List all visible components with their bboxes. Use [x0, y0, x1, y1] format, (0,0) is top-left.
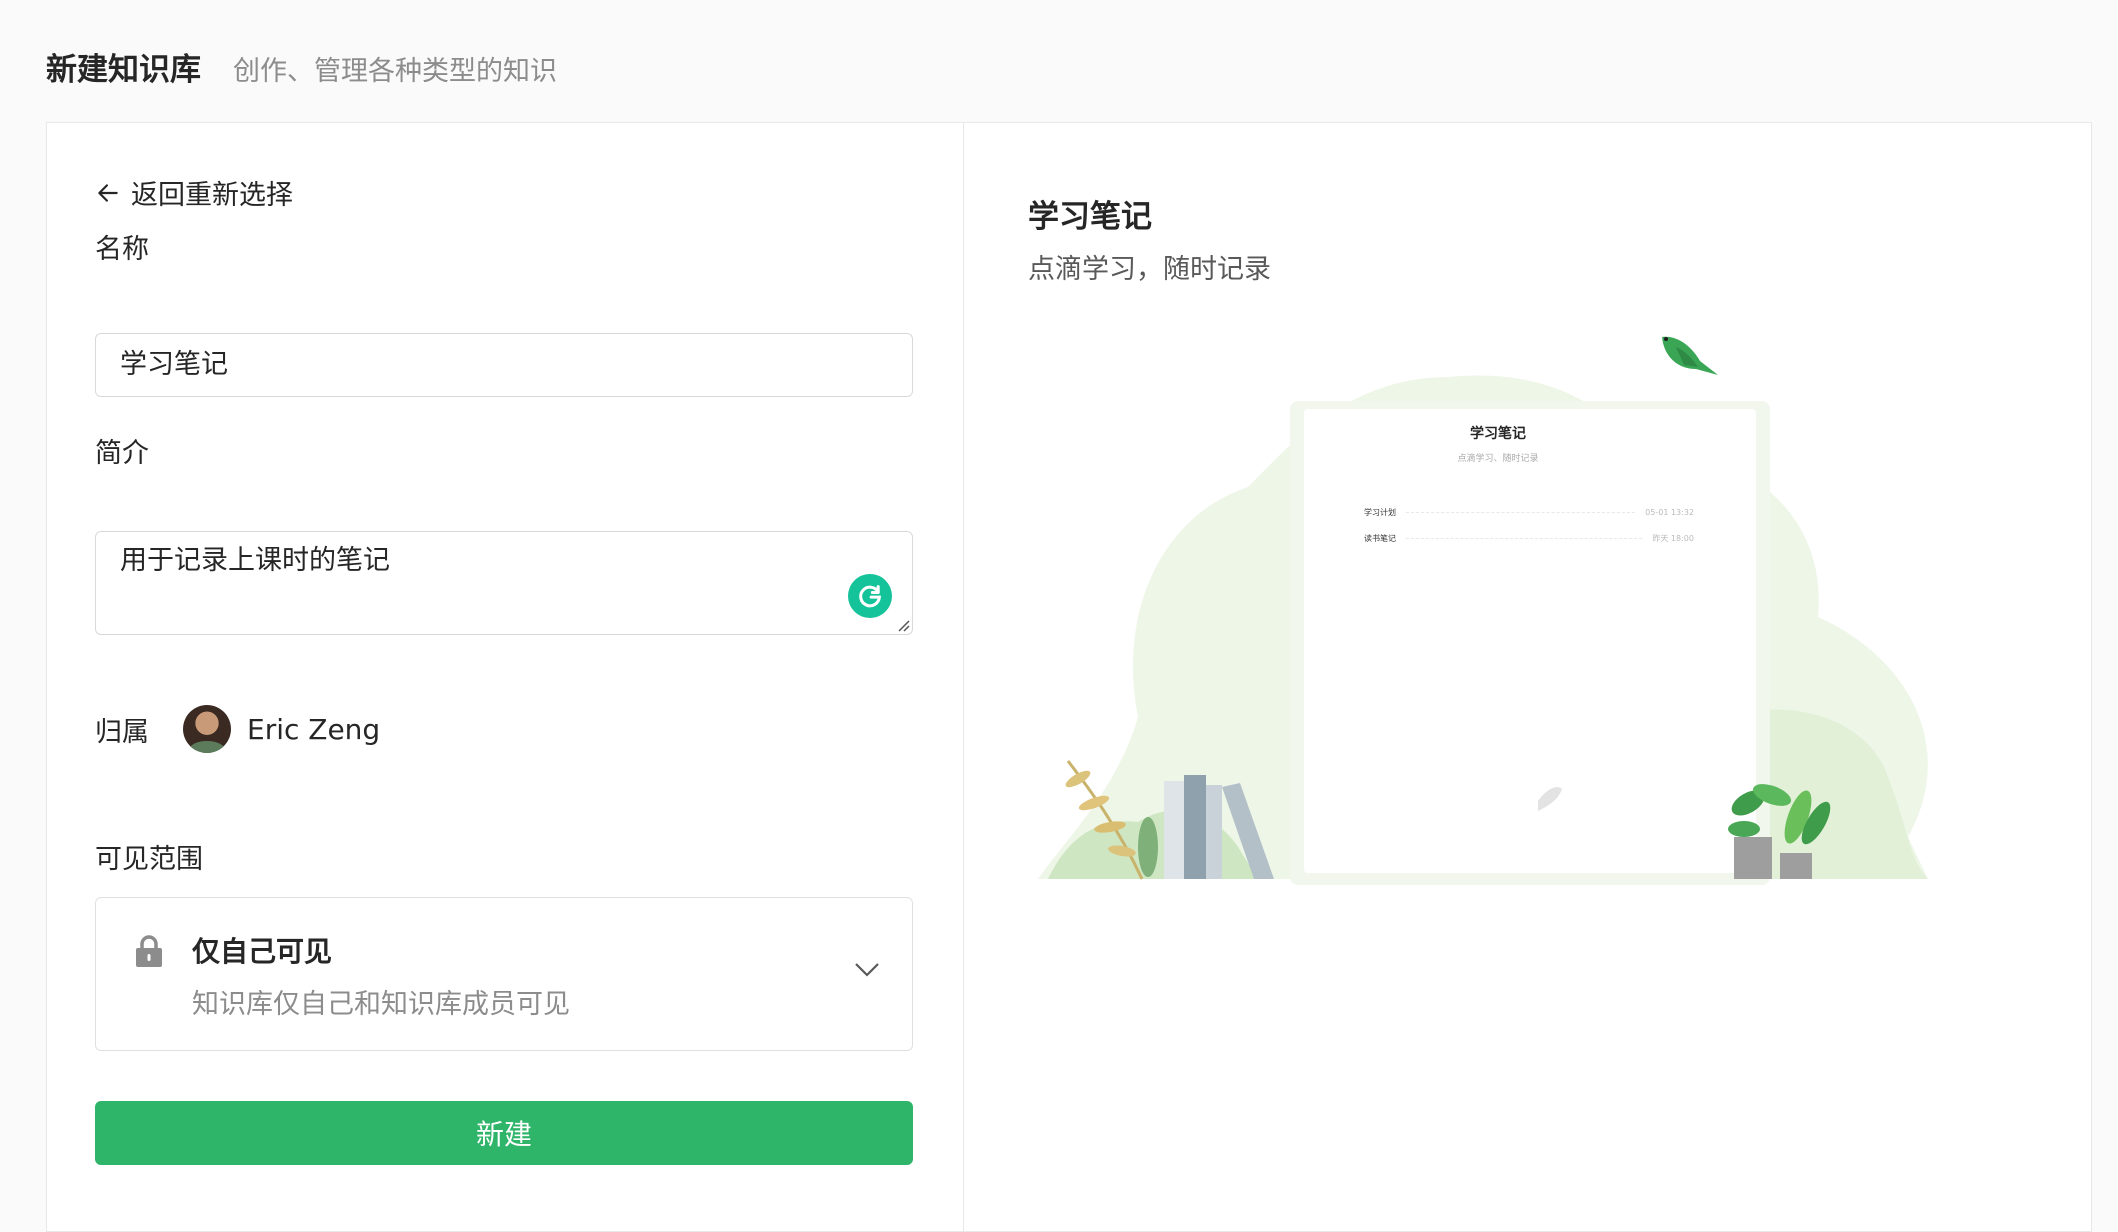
doc-row-time: 昨天 18:00	[1652, 534, 1694, 543]
avatar	[183, 705, 231, 753]
visibility-title: 仅自己可见	[192, 935, 333, 968]
page-header: 新建知识库 创作、管理各种类型的知识	[46, 44, 557, 89]
description-label: 简介	[95, 438, 149, 469]
grammarly-icon[interactable]	[848, 574, 892, 618]
resize-handle-icon[interactable]	[896, 618, 910, 632]
preview-subtitle: 点滴学习，随时记录	[1028, 254, 1271, 285]
chevron-down-icon	[855, 963, 879, 977]
owner-row: 归属 Eric Zeng	[95, 705, 380, 753]
preview-panel: 学习笔记 点滴学习，随时记录 学习笔记 点滴学习、随时记录 学习计划 05-01…	[964, 123, 2091, 1231]
back-button[interactable]: 返回重新选择	[95, 173, 293, 212]
visibility-description: 知识库仅自己和知识库成员可见	[192, 989, 570, 1020]
description-value: 用于记录上课时的笔记	[120, 545, 390, 576]
lock-icon	[136, 935, 162, 967]
doc-row-time: 05-01 13:32	[1645, 508, 1694, 517]
back-label: 返回重新选择	[131, 180, 293, 211]
preview-title: 学习笔记	[1028, 199, 1152, 235]
doc-row: 读书笔记 昨天 18:00	[1364, 533, 1694, 544]
name-label: 名称	[95, 234, 149, 265]
doc-title: 学习笔记	[1470, 426, 1526, 442]
arrow-left-icon	[98, 183, 118, 202]
doc-row-label: 读书笔记	[1364, 534, 1396, 543]
visibility-label: 可见范围	[95, 844, 203, 875]
page-title: 新建知识库	[46, 52, 201, 88]
name-value: 学习笔记	[120, 349, 228, 380]
create-card: 返回重新选择 名称 学习笔记 简介 用于记录上课时的笔记 归属 Eric Zen…	[46, 122, 2092, 1232]
template-illustration: 学习笔记 点滴学习、随时记录 学习计划 05-01 13:32 读书笔记 昨天 …	[1028, 317, 1968, 917]
form-panel: 返回重新选择 名称 学习笔记 简介 用于记录上课时的笔记 归属 Eric Zen…	[47, 123, 964, 1231]
doc-subtitle: 点滴学习、随时记录	[1457, 454, 1539, 464]
doc-row: 学习计划 05-01 13:32	[1364, 507, 1694, 518]
description-textarea[interactable]: 用于记录上课时的笔记	[95, 531, 913, 635]
owner-name: Eric Zeng	[247, 712, 381, 746]
doc-row-label: 学习计划	[1364, 508, 1396, 517]
create-button[interactable]: 新建	[95, 1101, 913, 1165]
owner-label: 归属	[95, 716, 149, 748]
name-input[interactable]: 学习笔记	[95, 333, 913, 397]
page-subtitle: 创作、管理各种类型的知识	[233, 56, 557, 87]
visibility-select[interactable]: 仅自己可见 知识库仅自己和知识库成员可见	[95, 897, 913, 1051]
